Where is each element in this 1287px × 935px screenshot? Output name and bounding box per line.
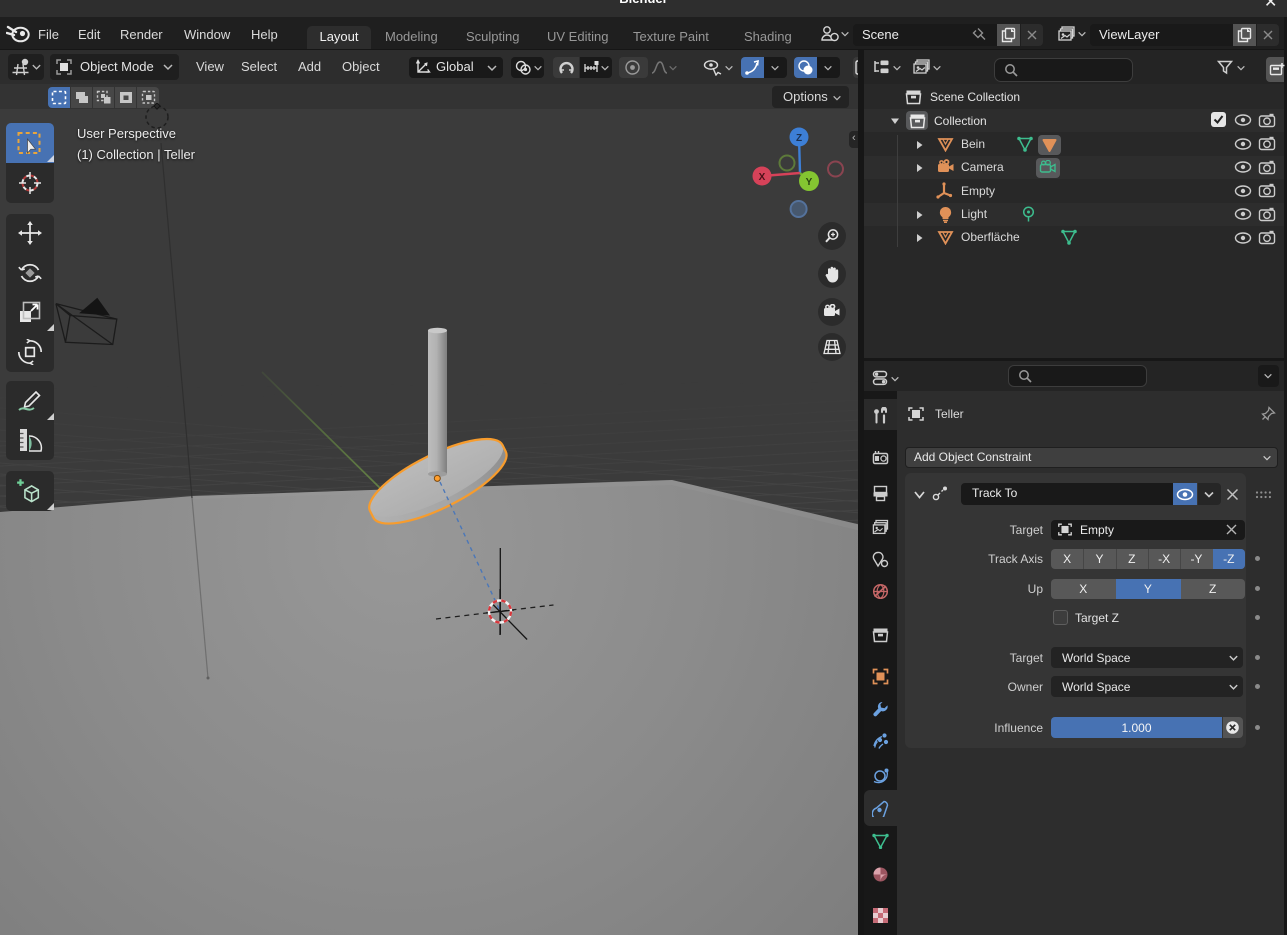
svg-text:X: X [759,172,766,183]
svg-text:Z: Z [796,133,802,144]
svg-text:Y: Y [806,177,813,188]
